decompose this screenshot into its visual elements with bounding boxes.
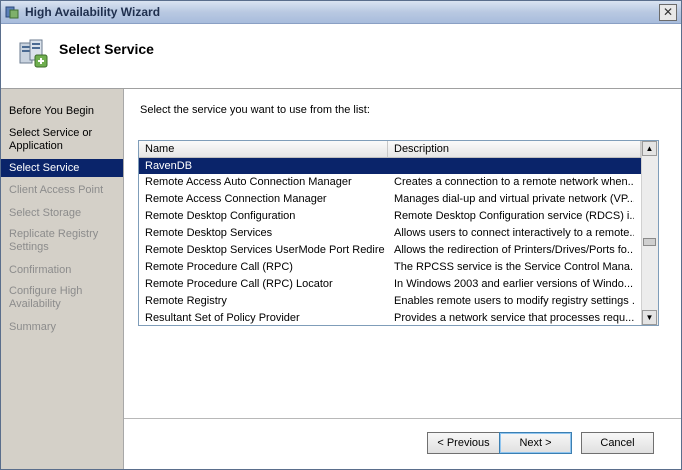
- list-row[interactable]: Remote Access Connection Manager Manages…: [139, 191, 641, 207]
- nav-step-confirmation: Confirmation: [9, 264, 72, 276]
- row-description: Remote Desktop Configuration service (RD…: [394, 210, 634, 222]
- nav-step-client-access-point: Client Access Point: [9, 184, 104, 196]
- row-description: Provides a network service that processe…: [394, 312, 634, 324]
- nav-step-configure-high-availability: Configure High Availability: [9, 285, 83, 310]
- close-button[interactable]: ✕: [659, 4, 677, 21]
- wizard-header: Select Service: [1, 24, 681, 89]
- row-description: Enables remote users to modify registry …: [394, 295, 634, 307]
- row-description: The RPCSS service is the Service Control…: [394, 261, 634, 273]
- column-header-name[interactable]: Name: [139, 141, 388, 157]
- wizard-steps-nav: Before You Begin Select Service or Appli…: [1, 89, 124, 469]
- row-description: Allows users to connect interactively to…: [394, 227, 634, 239]
- row-name: Remote Desktop Services UserMode Port Re…: [145, 244, 385, 256]
- instruction-text: Select the service you want to use from …: [140, 104, 370, 116]
- page-title: Select Service: [59, 41, 154, 57]
- row-name: Remote Procedure Call (RPC): [145, 261, 293, 273]
- list-row[interactable]: Remote Procedure Call (RPC) Locator In W…: [139, 276, 641, 292]
- list-row-selected[interactable]: RavenDB: [139, 158, 641, 174]
- list-row[interactable]: Remote Desktop Services Allows users to …: [139, 225, 641, 241]
- wizard-content: Select the service you want to use from …: [124, 89, 681, 469]
- vertical-scrollbar[interactable]: ▲ ▼: [641, 141, 658, 325]
- scroll-up-button[interactable]: ▲: [642, 141, 657, 156]
- list-row[interactable]: Remote Desktop Configuration Remote Desk…: [139, 208, 641, 224]
- list-row[interactable]: Remote Procedure Call (RPC) The RPCSS se…: [139, 259, 641, 275]
- row-name: Resultant Set of Policy Provider: [145, 312, 300, 324]
- list-rows: RavenDB Remote Access Auto Connection Ma…: [139, 158, 641, 324]
- title-bar[interactable]: High Availability Wizard ✕: [1, 1, 681, 24]
- next-button[interactable]: Next >: [499, 432, 572, 454]
- nav-step-replicate-registry-settings: Replicate Registry Settings: [9, 228, 99, 253]
- row-name: Remote Access Connection Manager: [145, 193, 327, 205]
- list-header: Name Description: [139, 141, 641, 158]
- server-cluster-icon: [19, 39, 48, 68]
- row-description: Manages dial-up and virtual private netw…: [394, 193, 634, 205]
- wizard-app-icon: [5, 6, 19, 19]
- previous-button[interactable]: < Previous: [427, 432, 500, 454]
- list-row[interactable]: Remote Registry Enables remote users to …: [139, 293, 641, 309]
- list-row[interactable]: Remote Access Auto Connection Manager Cr…: [139, 174, 641, 190]
- nav-step-summary: Summary: [9, 321, 57, 333]
- cancel-button[interactable]: Cancel: [581, 432, 654, 454]
- footer-divider: [124, 418, 681, 419]
- row-name: Remote Desktop Configuration: [145, 210, 296, 222]
- scroll-down-button[interactable]: ▼: [642, 310, 657, 325]
- scroll-thumb[interactable]: [643, 238, 656, 246]
- row-name: RavenDB: [145, 160, 193, 172]
- row-name: Remote Desktop Services: [145, 227, 273, 239]
- window-title: High Availability Wizard: [25, 5, 161, 19]
- nav-step-select-storage: Select Storage: [9, 207, 82, 219]
- row-name: Remote Registry: [145, 295, 227, 307]
- column-header-description[interactable]: Description: [388, 141, 641, 157]
- nav-step-select-service[interactable]: Select Service: [1, 159, 123, 177]
- row-name: Remote Access Auto Connection Manager: [145, 176, 352, 188]
- row-description: Creates a connection to a remote network…: [394, 176, 634, 188]
- row-description: In Windows 2003 and earlier versions of …: [394, 278, 634, 290]
- nav-step-select-service-or-application[interactable]: Select Service or Application: [1, 127, 123, 153]
- list-row[interactable]: Resultant Set of Policy Provider Provide…: [139, 310, 641, 324]
- nav-step-before-you-begin[interactable]: Before You Begin: [1, 105, 123, 118]
- row-description: Allows the redirection of Printers/Drive…: [394, 244, 634, 256]
- service-list[interactable]: Name Description RavenDB Remote Access A…: [138, 140, 659, 326]
- row-name: Remote Procedure Call (RPC) Locator: [145, 278, 333, 290]
- list-row[interactable]: Remote Desktop Services UserMode Port Re…: [139, 242, 641, 258]
- wizard-window: High Availability Wizard ✕ Select Servic…: [0, 0, 682, 470]
